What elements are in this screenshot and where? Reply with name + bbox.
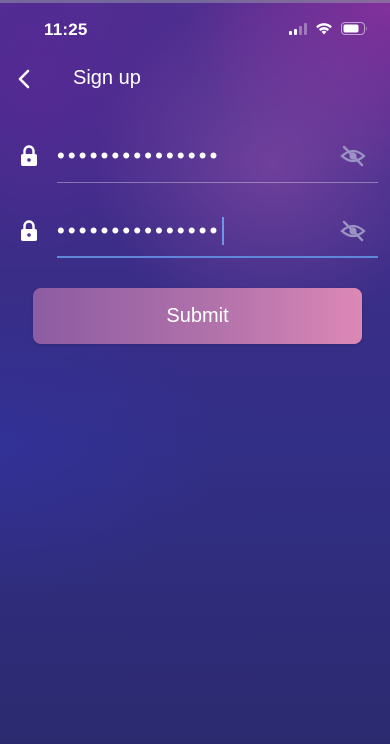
confirm-password-value: •••••••••••••••: [57, 218, 221, 243]
lock-icon: [21, 220, 37, 241]
password-field: •••••••••••••••: [0, 130, 390, 190]
status-time: 11:25: [44, 20, 88, 39]
chevron-left-icon: [18, 69, 30, 89]
password-underline: [57, 182, 378, 183]
password-input[interactable]: •••••••••••••••: [57, 136, 377, 176]
eye-off-icon[interactable]: [340, 145, 366, 167]
submit-button[interactable]: Submit: [33, 288, 362, 344]
eye-off-icon[interactable]: [340, 220, 366, 242]
top-edge: [0, 0, 390, 3]
cellular-signal-icon: [289, 22, 307, 35]
page-title: Sign up: [73, 67, 141, 89]
signup-screen: 11:25 Sign up ••••••••••••••• ••••••••••…: [0, 0, 390, 744]
back-button[interactable]: [10, 64, 38, 94]
lock-icon: [21, 145, 37, 166]
confirm-password-field: •••••••••••••••: [0, 205, 390, 265]
status-icons: [289, 22, 368, 35]
confirm-password-input[interactable]: •••••••••••••••: [57, 211, 377, 251]
confirm-password-underline: [57, 256, 378, 258]
text-caret: [221, 217, 224, 245]
battery-icon: [341, 22, 367, 35]
password-value: •••••••••••••••: [57, 143, 221, 168]
wifi-icon: [316, 23, 332, 35]
